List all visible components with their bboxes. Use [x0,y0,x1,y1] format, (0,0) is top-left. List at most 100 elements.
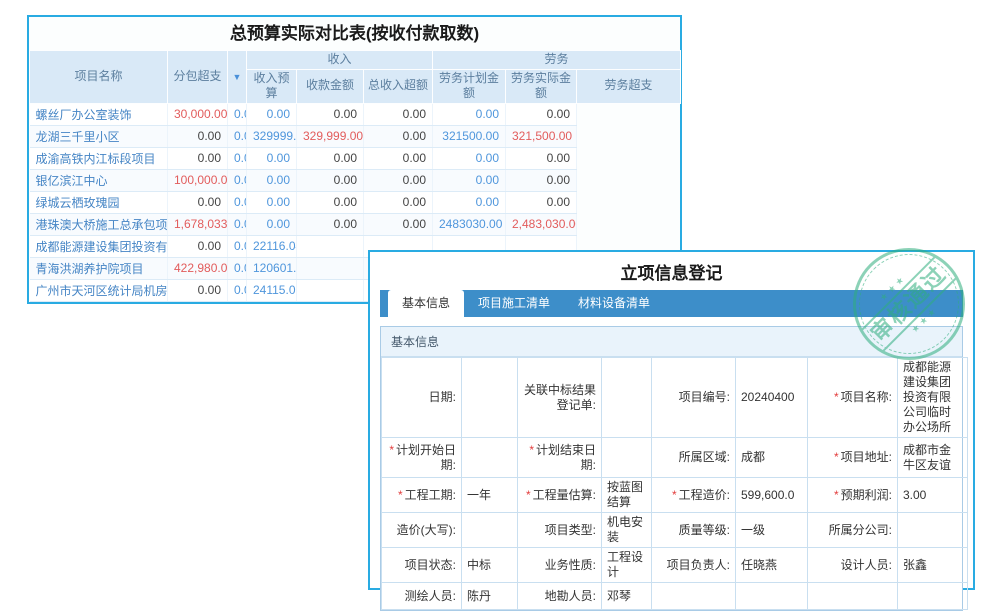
project-name-cell[interactable]: 港珠澳大桥施工总承包项目 [30,213,168,235]
amount-cell: 0.00 [228,191,247,213]
project-registration-panel: 立项信息登记 基本信息 项目施工清单 材料设备清单 基本信息 日期: 关联中标结果… [368,250,975,590]
col-header-total-income-excess[interactable]: 总收入超额 [364,69,433,103]
sort-button[interactable]: ▼ [228,51,247,104]
field-value[interactable]: 一年 [462,478,518,513]
amount-cell: 0.00 [168,235,228,257]
required-marker: * [529,443,534,457]
amount-cell: 0.00 [228,279,247,301]
amount-cell [297,257,364,279]
amount-cell: 0.00 [247,191,297,213]
field-label: *计划结束日期: [518,438,602,478]
sort-caret-icon[interactable]: ▼ [233,72,242,82]
amount-cell: 1,678,033.00 [168,213,228,235]
amount-cell: 0.00 [506,169,577,191]
amount-cell: 0.00 [228,235,247,257]
form-panel-title: 立项信息登记 [370,252,973,290]
field-value[interactable] [462,438,518,478]
col-header-subcontract-overspend[interactable]: 分包超支 [168,51,228,104]
table-row[interactable]: 绿城云栖玫瑰园0.000.000.000.000.000.000.00 [30,191,681,213]
col-group-labor: 劳务 [433,51,681,70]
col-header-labor-planned[interactable]: 劳务计划金额 [433,69,506,103]
amount-cell: 0.00 [364,103,433,125]
field-label: 日期: [382,358,462,438]
table-row[interactable]: 龙湖三千里小区0.000.00329999.00329,999.000.0032… [30,125,681,147]
project-name-cell[interactable]: 螺丝厂办公室装饰 [30,103,168,125]
field-value[interactable] [736,583,808,610]
required-marker: * [672,488,677,502]
amount-cell: 0.00 [297,213,364,235]
basic-info-form: 日期:关联中标结果登记单:项目编号:20240400*项目名称:成都能源建设集团… [381,357,968,610]
field-value[interactable]: 机电安装 [602,513,652,548]
field-label: 项目状态: [382,548,462,583]
field-value[interactable] [602,358,652,438]
field-value[interactable] [462,513,518,548]
form-row: 项目状态:中标业务性质:工程设计项目负责人:任晓燕设计人员:张鑫 [382,548,968,583]
form-row: *计划开始日期:*计划结束日期:所属区域:成都*项目地址:成都市金牛区友谊 [382,438,968,478]
field-value[interactable] [602,438,652,478]
col-header-labor-actual[interactable]: 劳务实际金额 [506,69,577,103]
field-value[interactable]: 20240400 [736,358,808,438]
tab-basic-info[interactable]: 基本信息 [388,290,464,317]
field-value[interactable]: 陈丹 [462,583,518,610]
col-group-income: 收入 [247,51,433,70]
project-name-cell[interactable]: 银亿滨江中心 [30,169,168,191]
amount-cell: 0.00 [228,213,247,235]
field-value[interactable]: 按蓝图结算 [602,478,652,513]
table-row[interactable]: 港珠澳大桥施工总承包项目1,678,033.000.000.000.000.00… [30,213,681,235]
amount-cell: 0.00 [433,191,506,213]
field-value[interactable] [898,583,968,610]
field-label: 造价(大写): [382,513,462,548]
field-label: *计划开始日期: [382,438,462,478]
field-value[interactable]: 成都市金牛区友谊 [898,438,968,478]
amount-cell: 0.00 [228,103,247,125]
field-label: 关联中标结果登记单: [518,358,602,438]
field-value[interactable]: 599,600.0 [736,478,808,513]
field-value[interactable]: 3.00 [898,478,968,513]
field-label: 设计人员: [808,548,898,583]
amount-cell: 321500.00 [433,125,506,147]
field-label: *工程量估算: [518,478,602,513]
amount-cell: 0.00 [228,125,247,147]
amount-cell: 329,999.00 [297,125,364,147]
project-name-cell[interactable]: 广州市天河区统计局机房改造 [30,279,168,301]
required-marker: * [834,488,839,502]
amount-cell: 0.00 [506,191,577,213]
tab-material-equipment-list[interactable]: 材料设备清单 [564,290,664,317]
field-value[interactable]: 成都 [736,438,808,478]
field-value[interactable]: 一级 [736,513,808,548]
field-label: *项目名称: [808,358,898,438]
project-name-cell[interactable]: 成渝高铁内江标段项目 [30,147,168,169]
field-value[interactable]: 成都能源建设集团投资有限公司临时办公场所 [898,358,968,438]
col-header-project[interactable]: 项目名称 [30,51,168,104]
form-row: 测绘人员:陈丹地勘人员:邓琴 [382,583,968,610]
field-label: 质量等级: [652,513,736,548]
field-value[interactable]: 任晓燕 [736,548,808,583]
amount-cell: 2,483,030.00 [506,213,577,235]
tab-construction-list[interactable]: 项目施工清单 [464,290,564,317]
amount-cell: 0.00 [168,279,228,301]
amount-cell: 0.00 [297,103,364,125]
table-row[interactable]: 成渝高铁内江标段项目0.000.000.000.000.000.000.00 [30,147,681,169]
col-header-labor-overspend[interactable]: 劳务超支 [577,69,681,103]
project-name-cell[interactable]: 龙湖三千里小区 [30,125,168,147]
field-value[interactable] [462,358,518,438]
field-label [808,583,898,610]
field-value[interactable] [898,513,968,548]
tab-bar: 基本信息 项目施工清单 材料设备清单 [380,290,963,317]
table-row[interactable]: 银亿滨江中心100,000.000.000.000.000.000.000.00 [30,169,681,191]
amount-cell: 22116.04 [247,235,297,257]
project-name-cell[interactable]: 成都能源建设集团投资有限公司 [30,235,168,257]
field-value[interactable]: 中标 [462,548,518,583]
amount-cell: 0.00 [247,103,297,125]
col-header-receipt-amount[interactable]: 收款金额 [297,69,364,103]
field-value[interactable]: 邓琴 [602,583,652,610]
field-value[interactable]: 工程设计 [602,548,652,583]
project-name-cell[interactable]: 绿城云栖玫瑰园 [30,191,168,213]
table-row[interactable]: 螺丝厂办公室装饰30,000.000.000.000.000.000.000.0… [30,103,681,125]
amount-cell: 0.00 [247,147,297,169]
amount-cell: 0.00 [228,147,247,169]
project-name-cell[interactable]: 青海洪湖养护院项目 [30,257,168,279]
col-header-income-budget[interactable]: 收入预算 [247,69,297,103]
field-value[interactable]: 张鑫 [898,548,968,583]
amount-cell: 0.00 [364,191,433,213]
